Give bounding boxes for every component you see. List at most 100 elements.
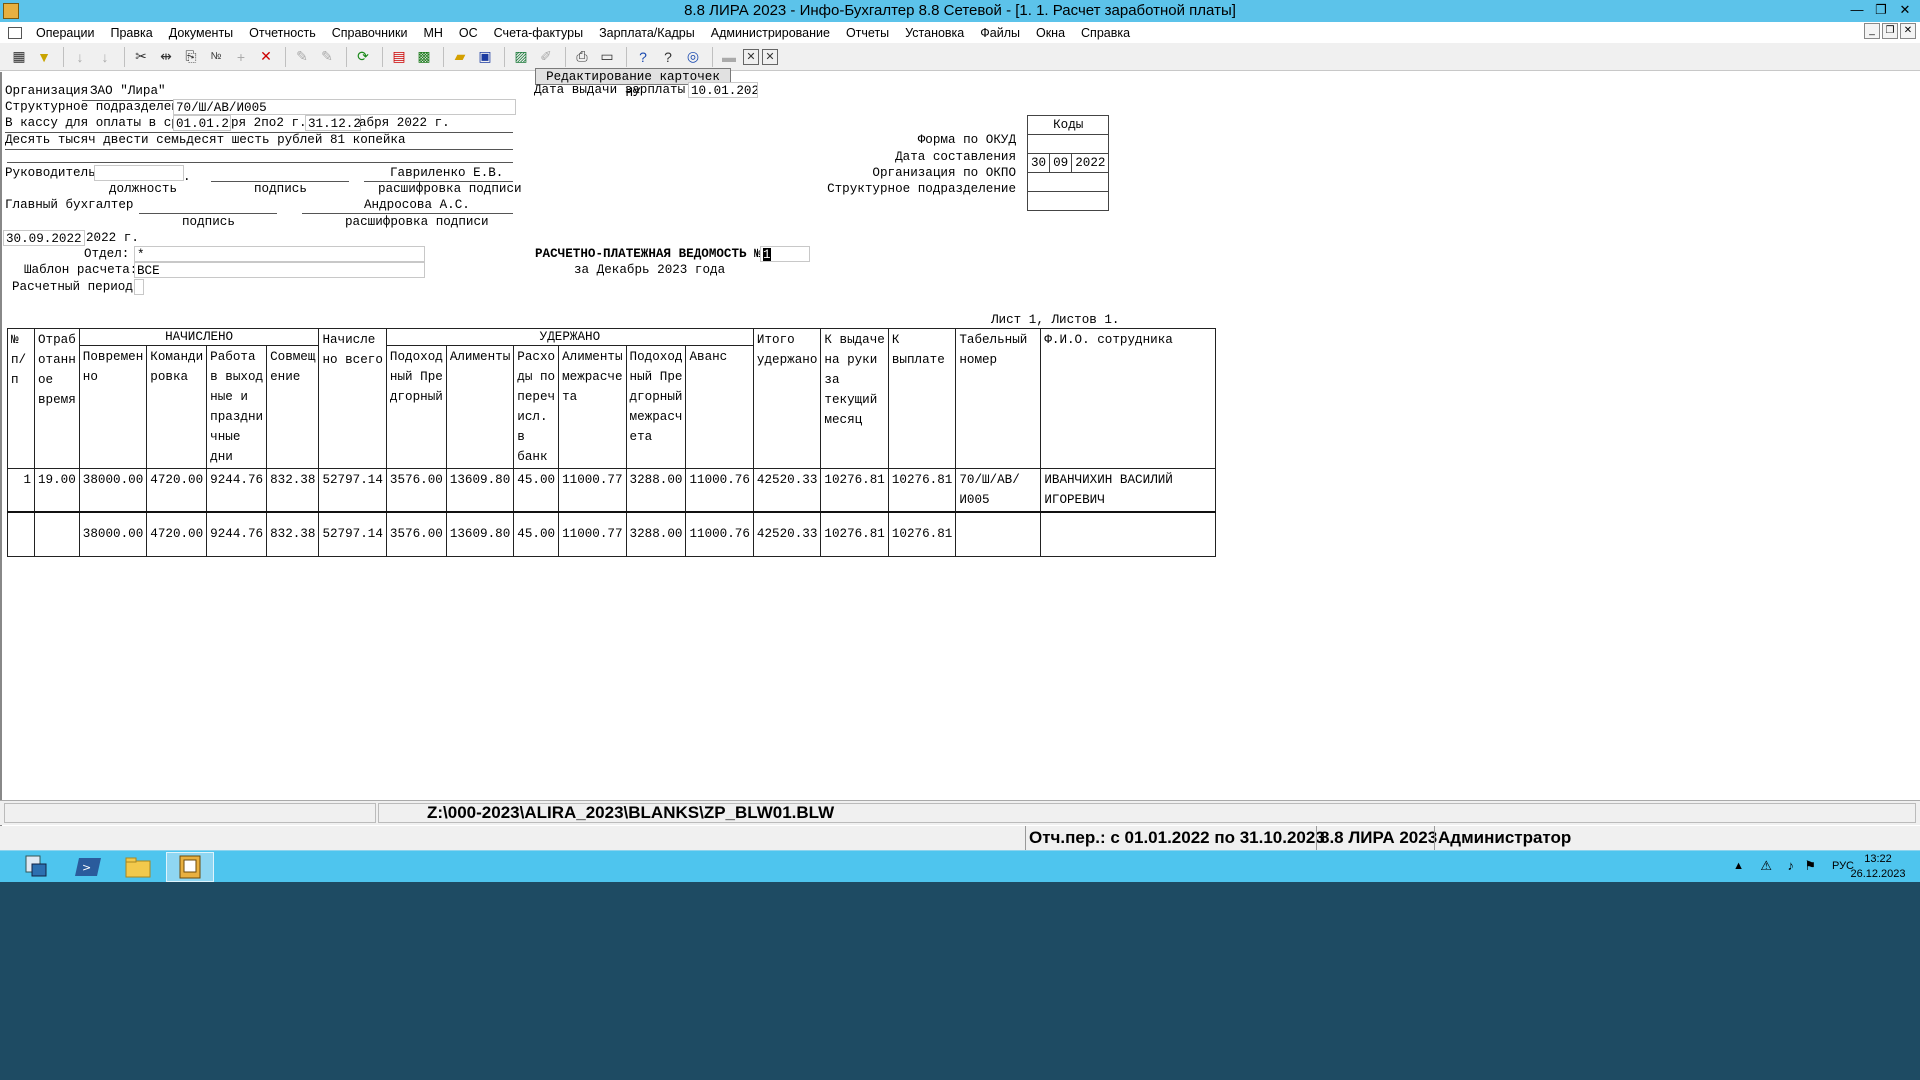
pdf-icon[interactable]: ▤ xyxy=(388,46,410,68)
edit-disabled-icon[interactable]: ✎ xyxy=(291,46,313,68)
decoding-caption-2: расшифровка подписи xyxy=(345,215,489,229)
cell-to-hand[interactable]: 10276.81 xyxy=(820,468,889,513)
menu-references[interactable]: Справочники xyxy=(324,26,416,40)
save-icon[interactable]: ▣ xyxy=(474,46,496,68)
open-icon[interactable]: ▰ xyxy=(449,46,471,68)
cell-total-withheld[interactable]: 42520.33 xyxy=(752,468,822,513)
template-label: Шаблон расчета: xyxy=(24,263,138,277)
delete-icon[interactable]: ✕ xyxy=(255,46,277,68)
okpo-cell xyxy=(1026,172,1110,192)
menu-documents[interactable]: Документы xyxy=(161,26,241,40)
copy-icon[interactable]: ⎘ xyxy=(180,46,202,68)
head-position-field[interactable] xyxy=(94,165,184,181)
excel-icon[interactable]: ▨ xyxy=(510,46,532,68)
cell-alimony[interactable]: 13609.80 xyxy=(445,468,515,513)
menu-reporting[interactable]: Отчетность xyxy=(241,26,324,40)
menu-operations[interactable]: Операции xyxy=(28,26,102,40)
network-icon[interactable]: ⚠ xyxy=(1760,858,1772,874)
menu-edit[interactable]: Правка xyxy=(102,26,160,40)
menu-invoices[interactable]: Счета-фактуры xyxy=(486,26,591,40)
cell-business-trip[interactable]: 4720.00 xyxy=(146,468,208,513)
cell-tab-no[interactable]: 70/Ш/АВ/И005 xyxy=(955,468,1042,513)
head-label: Руководитель xyxy=(5,166,96,180)
preview-icon[interactable]: ▭ xyxy=(596,46,618,68)
cell-tax-inter[interactable]: 3288.00 xyxy=(625,468,687,513)
cell-worked[interactable]: 19.00 xyxy=(34,468,80,513)
compile-date-label: Дата составления xyxy=(895,150,1016,164)
close-doc-icon[interactable]: ✕ xyxy=(743,48,759,65)
server-manager-icon[interactable] xyxy=(12,852,60,882)
period-field[interactable] xyxy=(134,279,144,295)
menu-windows[interactable]: Окна xyxy=(1028,26,1073,40)
date-field[interactable]: 30.09.2022 xyxy=(3,230,85,246)
help-icon[interactable]: ? xyxy=(632,46,654,68)
cash-from-field[interactable]: 01.01.22 xyxy=(173,115,231,131)
sort-asc-icon[interactable]: ↓ xyxy=(69,46,91,68)
close-all-icon[interactable]: ✕ xyxy=(762,48,778,65)
cash-to-field[interactable]: 31.12.22 xyxy=(305,115,361,131)
total-bank-transfer: 45.00 xyxy=(513,511,560,557)
clock-time[interactable]: 13:22 xyxy=(1848,853,1908,865)
volume-icon[interactable]: ♪ xyxy=(1788,858,1795,873)
cell-bank-transfer[interactable]: 45.00 xyxy=(513,468,560,513)
sort-desc-icon[interactable]: ↓ xyxy=(94,46,116,68)
whatsthis-icon[interactable]: ? xyxy=(657,46,679,68)
mdi-minimize-button[interactable]: _ xyxy=(1864,23,1880,39)
cell-weekend[interactable]: 9244.76 xyxy=(206,468,268,513)
close-button[interactable]: ✕ xyxy=(1894,1,1916,19)
insert-col-icon[interactable]: ⇹ xyxy=(155,46,177,68)
minimize-button[interactable]: — xyxy=(1846,1,1868,19)
cell-accrued-total[interactable]: 52797.14 xyxy=(318,468,387,513)
menu-administration[interactable]: Администрирование xyxy=(703,26,838,40)
menu-reports[interactable]: Отчеты xyxy=(838,26,897,40)
menu-mn[interactable]: МН xyxy=(415,26,450,40)
numbering-icon[interactable]: № xyxy=(205,46,227,68)
cell-fio[interactable]: ИВАНЧИХИН ВАСИЛИЙ ИГОРЕВИЧ xyxy=(1040,468,1217,513)
flag-icon[interactable]: ⚑ xyxy=(1804,858,1816,874)
total-to-hand: 10276.81 xyxy=(820,511,889,557)
menu-files[interactable]: Файлы xyxy=(972,26,1028,40)
powershell-icon[interactable]: > xyxy=(64,852,112,882)
salary-date-field[interactable]: 10.01.2024 xyxy=(688,82,758,98)
cell-tax-pre[interactable]: 3576.00 xyxy=(385,468,447,513)
menu-help[interactable]: Справка xyxy=(1073,26,1138,40)
keyboard-icon[interactable]: ▬ xyxy=(718,46,740,68)
col-advance-header: Аванс xyxy=(685,345,754,469)
window-title: 8.8 ЛИРА 2023 - Инфо-Бухгалтер 8.8 Сетев… xyxy=(684,2,1236,19)
template-field[interactable]: ВСЕ xyxy=(134,262,425,278)
toolbar: ▦ ▼ ↓ ↓ ✂ ⇹ ⎘ № + ✕ ✎ ✎ ⟳ ▤ ▩ ▰ ▣ ▨ ✐ ⎙ … xyxy=(0,43,1920,71)
menu-os[interactable]: ОС xyxy=(451,26,486,40)
restore-button[interactable]: ❐ xyxy=(1870,1,1892,19)
cell-to-pay[interactable]: 10276.81 xyxy=(887,468,957,513)
lira-app-icon[interactable] xyxy=(166,852,214,882)
edit2-disabled-icon[interactable]: ✎ xyxy=(316,46,338,68)
cell-alimony-inter[interactable]: 11000.77 xyxy=(558,468,627,513)
struct-field[interactable]: 70/Ш/АВ/И005 xyxy=(173,99,516,115)
cell-num[interactable]: 1 xyxy=(7,468,35,513)
document-menu-icon[interactable] xyxy=(8,26,22,39)
mdi-close-button[interactable]: ✕ xyxy=(1900,23,1916,39)
dept-field[interactable]: * xyxy=(134,246,425,262)
statement-number-field[interactable]: 1 xyxy=(760,246,810,262)
explorer-icon[interactable] xyxy=(114,852,162,882)
calc-icon[interactable]: ▦ xyxy=(8,46,30,68)
menu-setup[interactable]: Установка xyxy=(897,26,972,40)
table-row[interactable]: 1 19.00 38000.00 4720.00 9244.76 832.38 … xyxy=(7,468,1217,513)
clock-date[interactable]: 26.12.2023 xyxy=(1848,868,1908,880)
menu-salary-hr[interactable]: Зарплата/Кадры xyxy=(591,26,703,40)
compass-icon[interactable]: ◎ xyxy=(682,46,704,68)
cell-advance[interactable]: 11000.76 xyxy=(685,468,754,513)
tray-arrow[interactable]: ▲ xyxy=(1733,860,1744,872)
calculator-icon[interactable]: ▩ xyxy=(413,46,435,68)
decoding-caption: расшифровка подписи xyxy=(378,182,522,196)
print-icon[interactable]: ⎙ xyxy=(571,46,593,68)
mdi-restore-button[interactable]: ❐ xyxy=(1882,23,1898,39)
refresh-icon[interactable]: ⟳ xyxy=(352,46,374,68)
filter-icon[interactable]: ▼ xyxy=(33,46,55,68)
brush-icon[interactable]: ✐ xyxy=(535,46,557,68)
amount-underline xyxy=(5,149,513,150)
cut-icon[interactable]: ✂ xyxy=(130,46,152,68)
add-icon[interactable]: + xyxy=(230,46,252,68)
cell-combining[interactable]: 832.38 xyxy=(266,468,320,513)
cell-piecework[interactable]: 38000.00 xyxy=(78,468,148,513)
